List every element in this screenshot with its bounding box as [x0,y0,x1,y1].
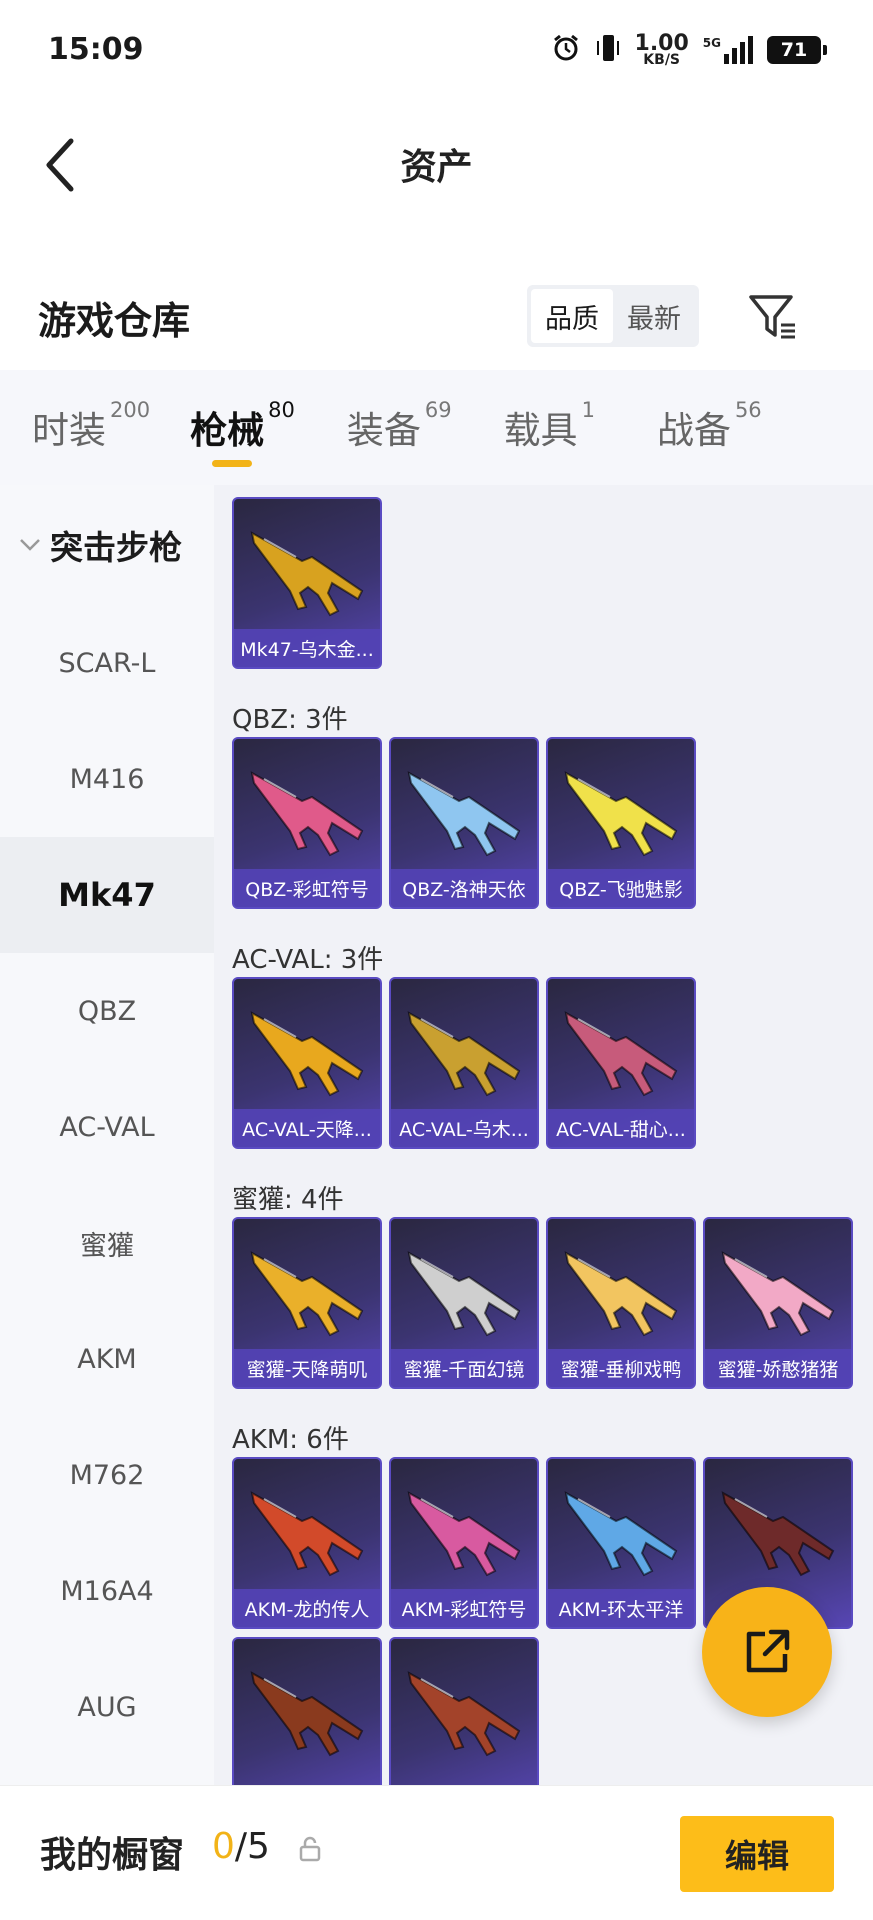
weapon-card[interactable]: 蜜獾-千面幻镜 [389,1217,539,1389]
sort-latest-button[interactable]: 最新 [613,289,695,343]
weapon-card-label: 蜜獾-娇憨猪猪 [705,1349,851,1387]
rifle-icon [564,771,678,857]
weapon-card-label: QBZ-彩虹符号 [234,869,380,907]
filter-icon [749,295,795,339]
sidebar-item-aug[interactable]: AUG [0,1649,214,1765]
status-bar: 15:09 1.00 KB/S 5G 71 [0,0,873,100]
page-title: 资产 [400,147,473,188]
sidebar-item-ac-val[interactable]: AC-VAL [0,1069,214,1185]
section-title: QBZ: 3件 [232,705,348,735]
weapon-sidebar: 突击步枪 SCAR-L M416 Mk47 QBZ AC-VAL 蜜獾 AKM … [0,485,214,1785]
weapon-card-label: 蜜獾-垂柳戏鸭 [548,1349,694,1387]
lock-icon [298,1836,322,1866]
tab-active-indicator [212,460,253,467]
net-speed: 1.00 KB/S [634,30,689,68]
share-icon [746,1629,790,1673]
sort-toggle: 品质 最新 [527,285,699,347]
battery-indicator: 71 [767,36,827,64]
sidebar-item-honey-badger[interactable]: 蜜獾 [0,1185,214,1301]
weapon-card[interactable]: 蜜獾-娇憨猪猪 [703,1217,853,1389]
rifle-icon [250,1251,364,1337]
weapon-card[interactable]: AKM-环太平洋 [546,1457,696,1629]
showcase-bar: 我的橱窗 0/5 编辑 [0,1785,873,1920]
alarm-icon [551,33,581,67]
rifle-icon [250,1671,364,1757]
weapon-card[interactable]: QBZ-飞驰魅影 [546,737,696,909]
filter-button[interactable] [740,284,806,350]
sort-quality-button[interactable]: 品质 [531,289,613,343]
sidebar-item-scar-l[interactable]: SCAR-L [0,605,214,721]
weapon-card[interactable]: 蜜獾-天降萌叽 [232,1217,382,1389]
rifle-icon [407,1671,521,1757]
weapon-card-label: AC-VAL-天降... [234,1109,380,1147]
tab-equipment[interactable]: 装备 69 [347,370,452,485]
weapon-card[interactable]: QBZ-彩虹符号 [232,737,382,909]
warehouse-heading: 游戏仓库 [38,299,191,343]
rifle-icon [250,771,364,857]
share-button[interactable] [702,1587,832,1717]
sidebar-item-qbz[interactable]: QBZ [0,953,214,1069]
sidebar-item-m416[interactable]: M416 [0,721,214,837]
weapon-card[interactable]: AKM-龙的传人 [232,1457,382,1629]
rifle-icon [250,1011,364,1097]
rifle-icon [407,771,521,857]
vibrate-icon [595,33,621,67]
weapon-card[interactable]: AC-VAL-甜心... [546,977,696,1149]
chevron-down-icon [18,537,42,553]
sidebar-item-m16a4[interactable]: M16A4 [0,1533,214,1649]
tab-fashion[interactable]: 时装 200 [32,370,150,485]
rifle-icon [721,1491,835,1577]
edit-button[interactable]: 编辑 [680,1816,834,1892]
sidebar-group-assault-rifle[interactable]: 突击步枪 [0,485,214,605]
section-title: AKM: 6件 [232,1425,349,1455]
rifle-icon [407,1011,521,1097]
section-title: 蜜獾: 4件 [232,1185,344,1215]
weapon-card-label: Mk47-乌木金... [234,629,380,667]
showcase-label: 我的橱窗 [40,1835,185,1876]
weapon-card[interactable]: AKM-彩虹符号 [389,1457,539,1629]
status-time: 15:09 [48,32,144,67]
weapon-card[interactable]: AC-VAL-乌木... [389,977,539,1149]
rifle-icon [250,1491,364,1577]
weapon-card[interactable]: AC-VAL-天降... [232,977,382,1149]
weapon-card[interactable]: QBZ-洛神天依 [389,737,539,909]
rifle-icon [564,1011,678,1097]
weapon-card[interactable] [232,1637,382,1785]
weapon-card-label: AKM-彩虹符号 [391,1589,537,1627]
warehouse-header: 游戏仓库 品质 最新 [0,270,873,370]
weapon-card-label: AKM-环太平洋 [548,1589,694,1627]
sidebar-item-m762[interactable]: M762 [0,1417,214,1533]
weapon-card-label: 蜜獾-千面幻镜 [391,1349,537,1387]
nav-bar: 资产 [0,110,873,220]
weapon-card-label: AC-VAL-甜心... [548,1109,694,1147]
section-title: AC-VAL: 3件 [232,945,384,975]
signal-icon: 5G [703,36,753,64]
sidebar-item-mk47[interactable]: Mk47 [0,837,214,953]
status-icons: 1.00 KB/S 5G 71 [551,30,827,70]
weapon-card-label: AKM-龙的传人 [234,1589,380,1627]
showcase-count: 0/5 [212,1826,270,1867]
weapon-card-label: 蜜獾-天降萌叽 [234,1349,380,1387]
weapon-card[interactable] [389,1637,539,1785]
tab-firearms[interactable]: 枪械 80 [190,370,295,485]
tab-vehicles[interactable]: 载具 1 [504,370,595,485]
weapon-card-label: QBZ-飞驰魅影 [548,869,694,907]
rifle-icon [407,1491,521,1577]
weapon-card[interactable]: Mk47-乌木金... [232,497,382,669]
weapon-card-label: QBZ-洛神天依 [391,869,537,907]
rifle-icon [721,1251,835,1337]
weapon-card-label: AC-VAL-乌木... [391,1109,537,1147]
sidebar-item-akm[interactable]: AKM [0,1301,214,1417]
rifle-icon [564,1491,678,1577]
category-tabs: 时装 200 枪械 80 装备 69 载具 1 战备 56 [0,370,873,485]
tab-battle-gear[interactable]: 战备 56 [657,370,762,485]
rifle-icon [564,1251,678,1337]
rifle-icon [250,531,364,617]
rifle-icon [407,1251,521,1337]
weapon-card[interactable]: 蜜獾-垂柳戏鸭 [546,1217,696,1389]
